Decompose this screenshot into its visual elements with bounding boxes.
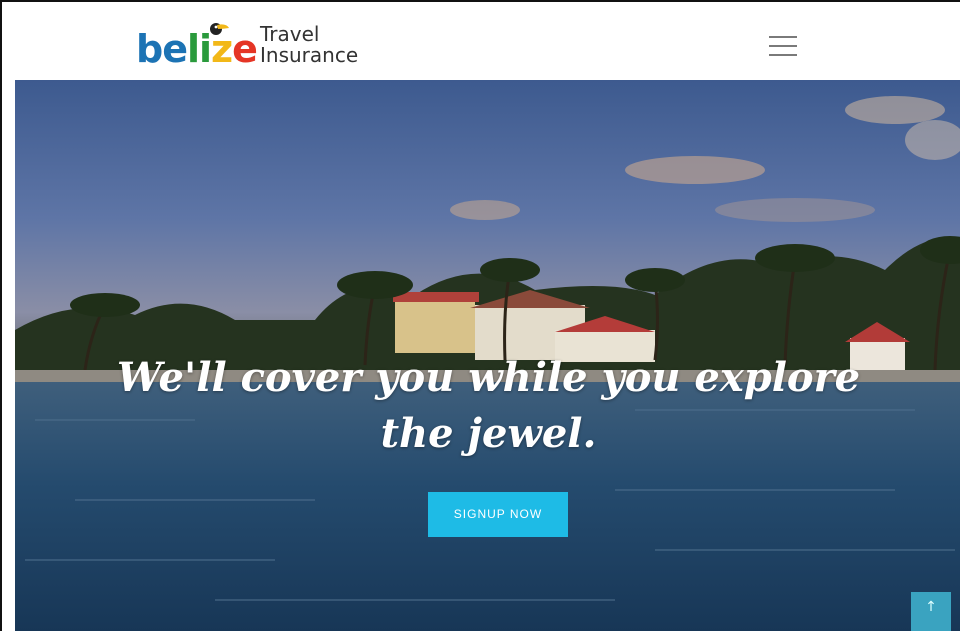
menu-bar	[769, 54, 797, 56]
logo-text-line1: Travel	[260, 22, 320, 46]
logo-wordmark: belize	[136, 27, 258, 71]
logo-part-e: e	[232, 27, 258, 71]
menu-bar	[769, 45, 797, 47]
menu-bar	[769, 36, 797, 38]
hero-title: We'll cover you while you explore the je…	[116, 354, 861, 457]
hero-section: We'll cover you while you explore the je…	[15, 80, 960, 631]
toucan-icon	[210, 23, 229, 35]
site-header: belize Travel Insurance	[15, 12, 960, 80]
signup-now-button[interactable]: SIGNUP NOW	[428, 492, 568, 537]
arrow-up-icon[interactable]: ↑	[911, 592, 951, 631]
logo-part-be: be	[136, 27, 188, 71]
logo-text: Travel Insurance	[260, 24, 358, 66]
hamburger-menu-icon[interactable]	[769, 36, 797, 56]
browser-frame: belize Travel Insurance We'll cover you …	[0, 0, 960, 631]
logo-text-line2: Insurance	[260, 43, 359, 67]
